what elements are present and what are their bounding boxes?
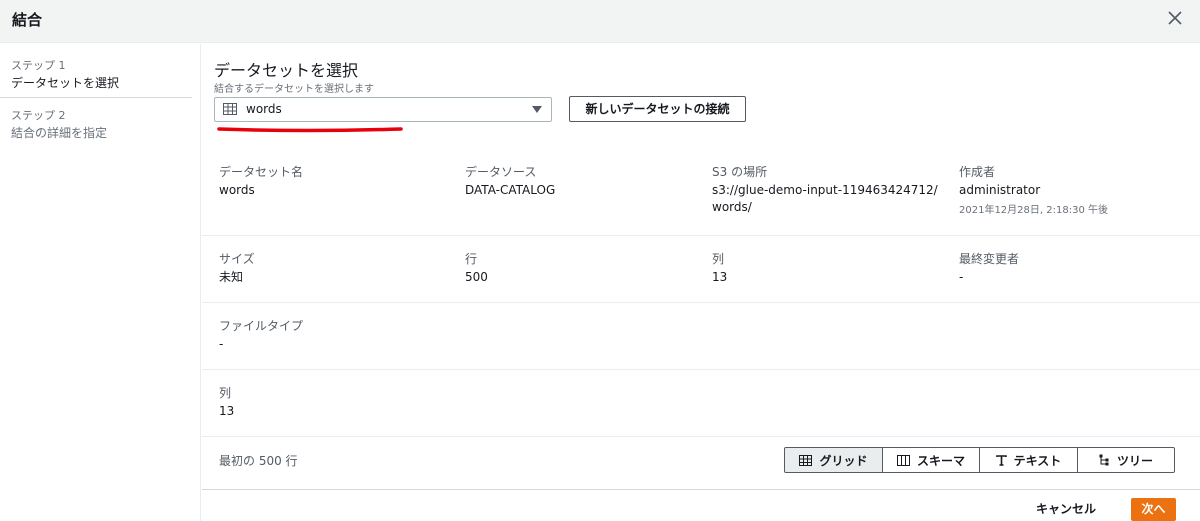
step-1-number: ステップ 1	[11, 59, 66, 72]
dataset-select-value: words	[246, 102, 282, 116]
created-timestamp: 2021年12月28日, 2:18:30 午後	[959, 205, 1108, 216]
columns-field: 列 13	[712, 250, 942, 286]
dataset-name-value: words	[219, 183, 255, 197]
columns-count-value: 13	[219, 404, 235, 418]
file-type-label: ファイルタイプ	[219, 319, 304, 333]
rows-value: 500	[465, 270, 488, 284]
tab-text[interactable]: テキスト	[979, 447, 1078, 473]
dataset-select[interactable]: words	[214, 97, 552, 122]
size-label: サイズ	[219, 252, 255, 266]
grid-icon	[799, 454, 813, 466]
created-by-label: 作成者	[959, 165, 996, 179]
columns-label: 列	[712, 252, 725, 266]
section-subheading: 結合するデータセットを選択します	[214, 84, 374, 95]
tab-grid-label: グリッド	[819, 453, 868, 468]
s3-location-label: S3 の場所	[712, 165, 768, 179]
modal-footer: キャンセル 次へ	[202, 495, 1200, 521]
caret-down-icon	[532, 106, 542, 113]
tab-text-label: テキスト	[1013, 453, 1062, 468]
details-row-2: サイズ 未知 行 500 列 13 最終変更者 -	[202, 236, 1200, 303]
modal-header: 結合	[0, 0, 1200, 43]
columns-count-field: 列 13	[219, 384, 234, 420]
last-modified-by-field: 最終変更者 -	[959, 250, 1019, 286]
rows-label: 行	[465, 252, 478, 266]
s3-location-field: S3 の場所 s3://glue-demo-input-119463424712…	[712, 163, 942, 216]
tab-tree[interactable]: ツリー	[1077, 447, 1175, 473]
step-divider	[0, 97, 192, 98]
last-modified-by-value: -	[959, 270, 964, 284]
close-icon[interactable]	[1164, 7, 1186, 29]
details-row-3: ファイルタイプ -	[202, 303, 1200, 370]
step-2-number: ステップ 2	[11, 109, 66, 122]
tab-schema[interactable]: スキーマ	[882, 447, 980, 473]
file-type-value: -	[219, 337, 224, 351]
details-row-4: 列 13	[202, 370, 1200, 437]
schema-icon	[896, 454, 910, 466]
created-by-value: administrator	[959, 183, 1041, 197]
section-heading: データセットを選択	[214, 61, 359, 80]
columns-count-label: 列	[219, 386, 232, 400]
details-row-1: データセット名 words データソース DATA-CATALOG S3 の場所…	[202, 149, 1200, 236]
size-field: サイズ 未知	[219, 250, 255, 286]
main-panel: データセットを選択 結合するデータセットを選択します words 新しいデータセ…	[202, 44, 1200, 521]
tab-tree-label: ツリー	[1116, 453, 1153, 468]
s3-location-value: s3://glue-demo-input-119463424712/ words…	[712, 183, 938, 214]
connect-new-dataset-button[interactable]: 新しいデータセットの接続	[569, 96, 746, 122]
text-icon	[995, 454, 1007, 466]
tree-icon	[1099, 454, 1110, 466]
preview-view-tabs: グリッド スキーマ テキスト ツリー	[784, 447, 1175, 473]
step-1[interactable]: ステップ 1 データセットを選択	[11, 57, 193, 91]
dataset-name-field: データセット名 words	[219, 163, 303, 199]
data-source-value: DATA-CATALOG	[465, 183, 556, 197]
step-1-name: データセットを選択	[11, 76, 120, 90]
modal-title: 結合	[12, 11, 43, 29]
size-value: 未知	[219, 270, 244, 284]
next-button[interactable]: 次へ	[1131, 498, 1176, 521]
columns-value: 13	[712, 270, 728, 284]
data-source-label: データソース	[465, 165, 537, 179]
file-type-field: ファイルタイプ -	[219, 317, 303, 353]
table-icon	[223, 103, 237, 118]
preview-row-count-label: 最初の 500 行	[219, 454, 298, 468]
data-source-field: データソース DATA-CATALOG	[465, 163, 555, 199]
last-modified-by-label: 最終変更者	[959, 252, 1020, 266]
tab-schema-label: スキーマ	[916, 453, 965, 468]
red-underline-annotation	[217, 127, 403, 133]
dataset-name-label: データセット名	[219, 165, 304, 179]
rows-field: 行 500	[465, 250, 488, 286]
step-2-name: 結合の詳細を指定	[11, 126, 108, 140]
created-by-field: 作成者 administrator 2021年12月28日, 2:18:30 午…	[959, 163, 1108, 216]
cancel-button[interactable]: キャンセル	[1036, 500, 1096, 517]
tab-grid[interactable]: グリッド	[784, 447, 883, 473]
wizard-steps-sidebar: ステップ 1 データセットを選択 ステップ 2 結合の詳細を指定	[0, 44, 201, 521]
step-2[interactable]: ステップ 2 結合の詳細を指定	[11, 107, 193, 141]
preview-toolbar: 最初の 500 行 グリッド スキーマ テキスト ツリー	[202, 437, 1200, 490]
